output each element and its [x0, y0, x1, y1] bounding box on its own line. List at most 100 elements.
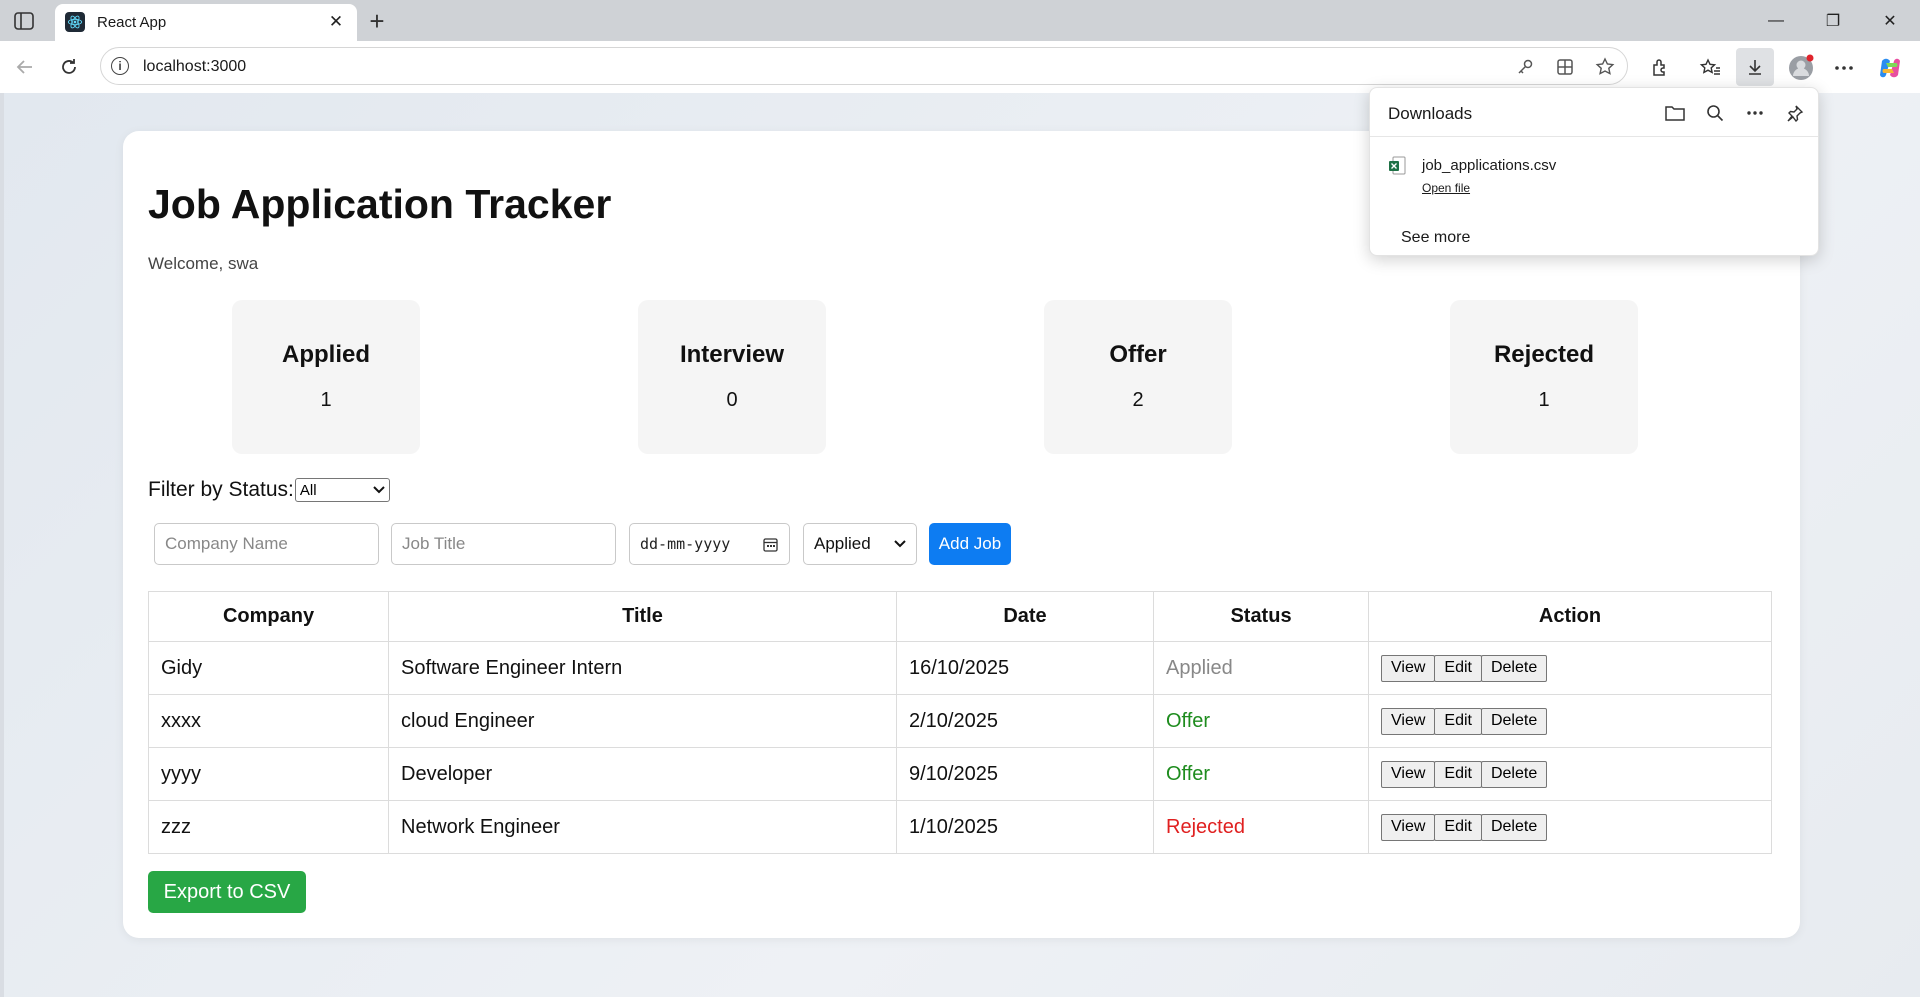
cell-title: cloud Engineer	[388, 694, 897, 748]
react-favicon	[65, 12, 85, 32]
cell-actions: View Edit Delete	[1368, 641, 1772, 695]
export-csv-button[interactable]: Export to CSV	[148, 871, 306, 913]
more-icon[interactable]	[1830, 54, 1858, 82]
view-button[interactable]: View	[1381, 654, 1436, 682]
status-select-value: Applied	[814, 534, 871, 553]
see-more-link[interactable]: See more	[1401, 229, 1470, 247]
tab-close-icon[interactable]: ✕	[325, 11, 347, 33]
edit-button[interactable]: Edit	[1434, 813, 1482, 841]
url-text[interactable]: localhost:3000	[143, 58, 246, 76]
job-title-input[interactable]: Job Title	[391, 523, 616, 565]
open-file-link[interactable]: Open file	[1422, 181, 1470, 195]
extensions-icon[interactable]	[1646, 54, 1674, 82]
filter-status-select[interactable]: All	[294, 478, 390, 502]
key-icon[interactable]	[1513, 55, 1537, 79]
jobs-table: Company Title Date Status Action Gidy So…	[148, 591, 1772, 854]
edit-button[interactable]: Edit	[1434, 654, 1482, 682]
stat-card-applied: Applied 1	[232, 300, 420, 454]
more-options-icon[interactable]	[1742, 100, 1768, 126]
pin-icon[interactable]	[1782, 100, 1808, 126]
cell-status: Offer	[1153, 694, 1369, 748]
open-folder-icon[interactable]	[1662, 100, 1688, 126]
table-row: xxxx cloud Engineer 2/10/2025 Offer View…	[148, 694, 1772, 748]
delete-button[interactable]: Delete	[1480, 654, 1548, 682]
browser-tab[interactable]: React App ✕	[55, 4, 357, 41]
browser-toolbar: i localhost:3000	[0, 41, 1920, 93]
cell-title: Developer	[388, 747, 897, 801]
stat-label: Offer	[1109, 341, 1167, 368]
company-name-input[interactable]: Company Name	[154, 523, 379, 565]
cell-status: Rejected	[1153, 800, 1369, 854]
tab-title: React App	[97, 14, 167, 31]
chevron-down-icon	[373, 486, 385, 494]
cell-date: 2/10/2025	[896, 694, 1154, 748]
address-bar[interactable]: i localhost:3000	[100, 47, 1628, 85]
cell-date: 9/10/2025	[896, 747, 1154, 801]
reload-icon[interactable]	[56, 54, 82, 80]
copilot-icon[interactable]	[1876, 54, 1904, 82]
cell-title: Software Engineer Intern	[388, 641, 897, 695]
cell-status: Offer	[1153, 747, 1369, 801]
view-button[interactable]: View	[1381, 813, 1436, 841]
favorites-icon[interactable]	[1696, 54, 1724, 82]
download-file-name[interactable]: job_applications.csv	[1422, 157, 1556, 174]
cell-date: 16/10/2025	[896, 641, 1154, 695]
cell-status: Applied	[1153, 641, 1369, 695]
new-tab-button[interactable]: +	[364, 6, 390, 36]
stat-count: 1	[1538, 389, 1550, 411]
close-window-button[interactable]: ✕	[1870, 8, 1910, 34]
filter-label: Filter by Status:	[148, 478, 294, 501]
stat-label: Rejected	[1493, 341, 1595, 368]
header-company: Company	[148, 591, 389, 642]
apps-icon[interactable]	[1553, 55, 1577, 79]
cell-company: Gidy	[148, 641, 389, 695]
downloads-icon[interactable]	[1736, 48, 1774, 86]
calendar-icon[interactable]	[763, 537, 778, 552]
table-row: zzz Network Engineer 1/10/2025 Rejected …	[148, 800, 1772, 854]
restore-button[interactable]: ❐	[1813, 8, 1853, 34]
downloads-panel: Downloads job_applications.csv Open file…	[1369, 87, 1819, 256]
delete-button[interactable]: Delete	[1480, 760, 1548, 788]
profile-icon[interactable]	[1787, 54, 1815, 82]
cell-company: zzz	[148, 800, 389, 854]
header-action: Action	[1368, 591, 1772, 642]
add-job-button[interactable]: Add Job	[929, 523, 1011, 565]
date-input[interactable]: dd-mm-yyyy	[629, 523, 790, 565]
table-row: yyyy Developer 9/10/2025 Offer View Edit D…	[148, 747, 1772, 801]
page-title: Job Application Tracker	[148, 181, 612, 227]
back-icon[interactable]	[12, 54, 38, 80]
stat-count: 1	[320, 389, 332, 411]
delete-button[interactable]: Delete	[1480, 813, 1548, 841]
view-button[interactable]: View	[1381, 760, 1436, 788]
cell-title: Network Engineer	[388, 800, 897, 854]
stat-count: 0	[726, 389, 738, 411]
excel-file-icon	[1388, 156, 1406, 176]
downloads-title: Downloads	[1388, 104, 1473, 123]
welcome-text: Welcome, swa	[148, 254, 259, 273]
cell-actions: View Edit Delete	[1368, 800, 1772, 854]
tab-bar: React App ✕ + — ❐ ✕	[0, 0, 1920, 41]
search-icon[interactable]	[1702, 100, 1728, 126]
cell-date: 1/10/2025	[896, 800, 1154, 854]
cell-actions: View Edit Delete	[1368, 747, 1772, 801]
stat-count: 2	[1132, 389, 1144, 411]
stat-card-offer: Offer 2	[1044, 300, 1232, 454]
favorite-star-icon[interactable]	[1593, 55, 1617, 79]
info-icon[interactable]: i	[111, 57, 129, 75]
sidebar-icon[interactable]	[12, 9, 36, 33]
table-header-row: Company Title Date Status Action	[148, 591, 1772, 642]
header-status: Status	[1153, 591, 1369, 642]
edit-button[interactable]: Edit	[1434, 760, 1482, 788]
status-select[interactable]: Applied	[803, 523, 917, 565]
delete-button[interactable]: Delete	[1480, 707, 1548, 735]
status-filter: Filter by Status: All	[148, 478, 390, 502]
minimize-button[interactable]: —	[1756, 8, 1796, 34]
stat-label: Interview	[679, 341, 785, 368]
view-button[interactable]: View	[1381, 707, 1436, 735]
date-placeholder: dd-mm-yyyy	[640, 535, 731, 553]
stat-card-rejected: Rejected 1	[1450, 300, 1638, 454]
edit-button[interactable]: Edit	[1434, 707, 1482, 735]
table-row: Gidy Software Engineer Intern 16/10/2025…	[148, 641, 1772, 695]
chevron-down-icon	[894, 540, 906, 548]
cell-company: xxxx	[148, 694, 389, 748]
